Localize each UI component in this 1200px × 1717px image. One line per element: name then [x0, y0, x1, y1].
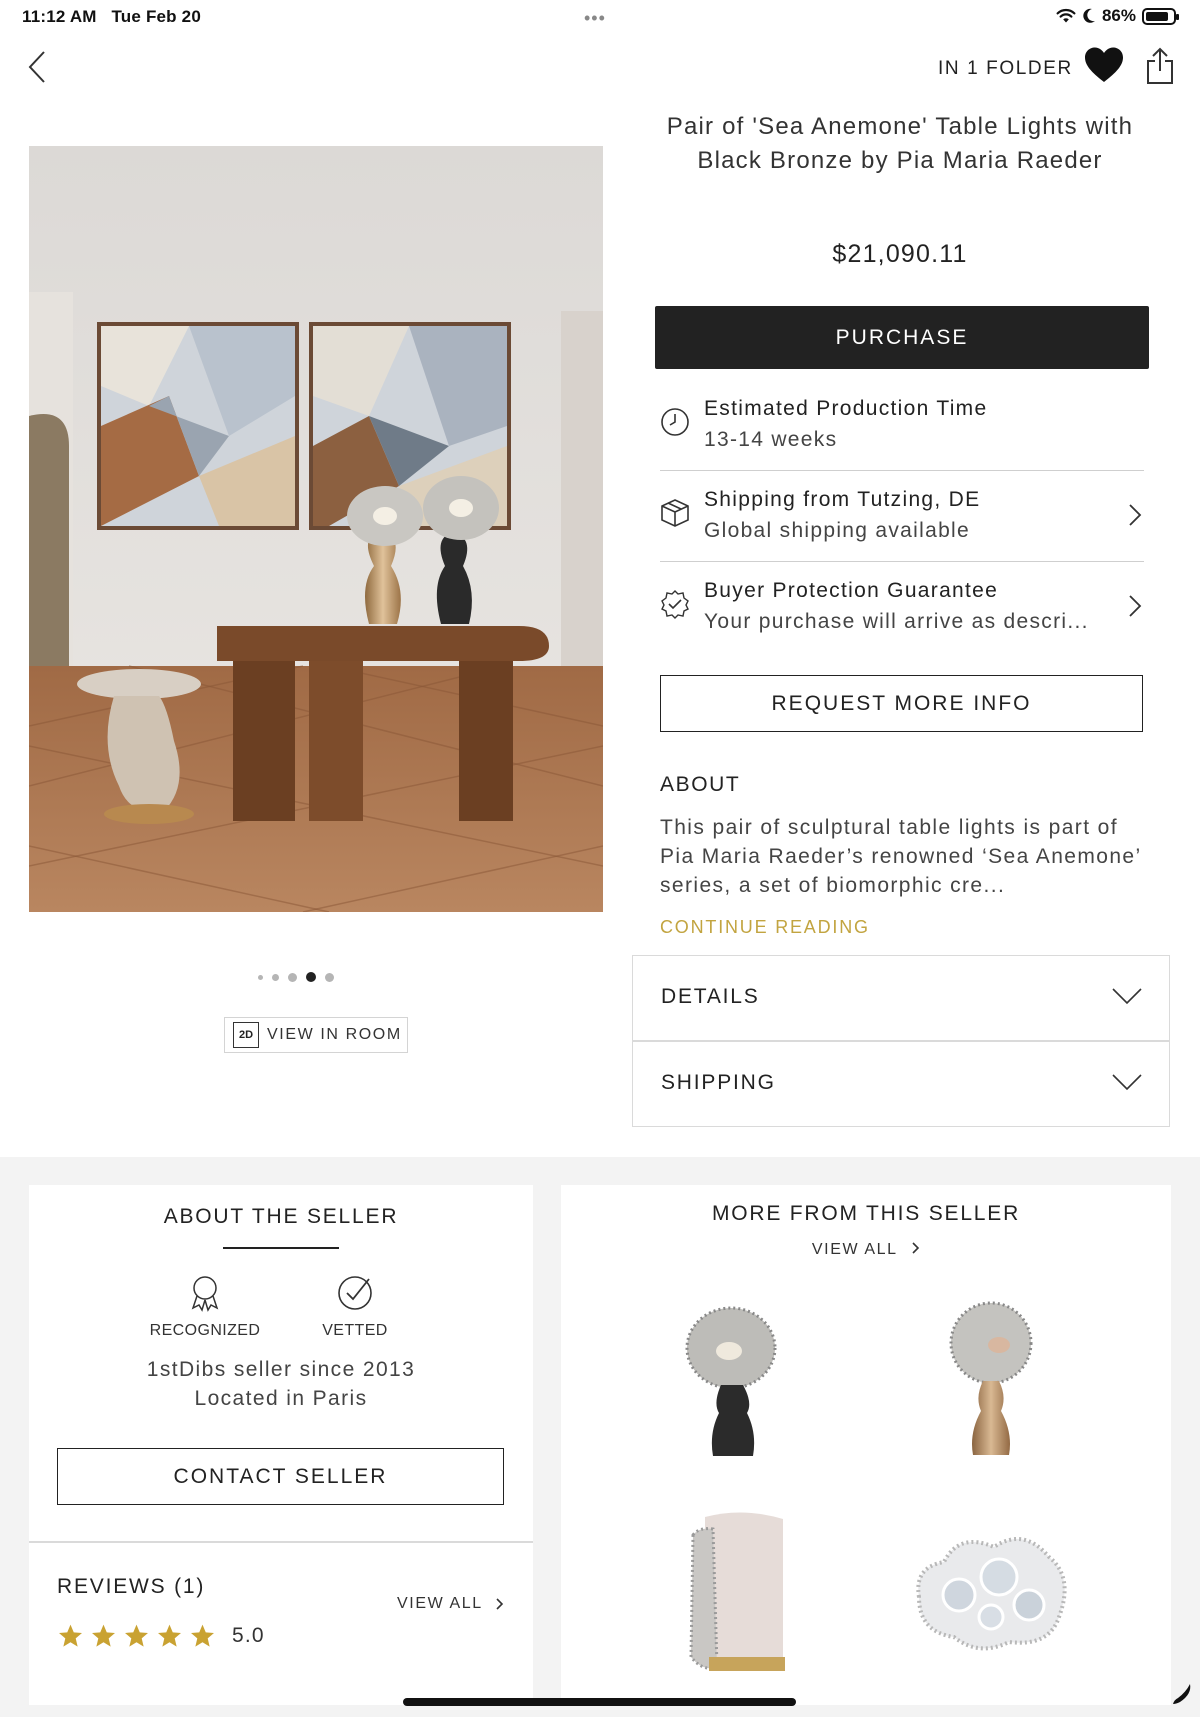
rating-value: 5.0 — [232, 1624, 265, 1647]
room-scene-illustration — [29, 146, 603, 912]
black-sea-anemone-lamp-image — [685, 1306, 777, 1456]
folder-label[interactable]: IN 1 FOLDER — [938, 58, 1073, 80]
wifi-icon — [1056, 8, 1076, 23]
star-icon — [59, 1624, 82, 1647]
seller-info: 1stDibs seller since 2013 Located in Par… — [29, 1355, 533, 1413]
chevron-right-icon — [496, 1598, 503, 1610]
back-button[interactable] — [22, 48, 52, 86]
chevron-right-icon — [1129, 595, 1142, 617]
bronze-sea-anemone-lamp-image — [949, 1301, 1033, 1455]
status-time: 11:12 AM Tue Feb 20 — [22, 7, 201, 26]
anemone-armchair-image — [689, 1512, 785, 1671]
related-item-armchair[interactable] — [643, 1507, 823, 1687]
seller-since: 1stDibs seller since 2013 — [146, 1358, 416, 1381]
2d-room-icon: 2D — [233, 1022, 259, 1048]
carousel-dot[interactable] — [272, 973, 279, 981]
image-carousel-dots[interactable] — [258, 972, 334, 982]
star-rating: 5.0 — [57, 1623, 265, 1649]
multitasking-dots[interactable]: ••• — [584, 8, 606, 29]
carousel-dot[interactable] — [258, 974, 263, 980]
accordion-label: DETAILS — [661, 985, 760, 1008]
info-row-buyer-protection[interactable]: Buyer Protection Guarantee Your purchase… — [660, 563, 1144, 653]
info-subtitle: Your purchase will arrive as descri... — [704, 610, 1089, 633]
chevron-right-icon — [912, 1242, 920, 1254]
view-in-room-button[interactable]: 2D VIEW IN ROOM — [224, 1017, 408, 1053]
chevron-down-icon — [1112, 988, 1142, 1005]
heading-underline — [223, 1247, 339, 1249]
carousel-dot[interactable] — [325, 972, 334, 982]
status-indicators: 86% — [1056, 6, 1179, 26]
reviews-heading: REVIEWS (1) — [57, 1575, 206, 1598]
badge-label: RECOGNIZED — [149, 1322, 261, 1339]
chevron-down-icon — [1112, 1074, 1142, 1091]
share-icon — [1147, 47, 1173, 84]
info-title: Buyer Protection Guarantee — [704, 579, 999, 602]
related-item-mirror[interactable] — [899, 1507, 1079, 1687]
divider — [29, 1541, 533, 1543]
home-indicator[interactable] — [403, 1698, 796, 1706]
award-ribbon-icon — [191, 1276, 219, 1312]
more-from-seller-card: MORE FROM THIS SELLER VIEW ALL — [561, 1185, 1171, 1705]
info-title: Shipping from Tutzing, DE — [704, 488, 981, 511]
star-icon — [92, 1624, 115, 1647]
info-title: Estimated Production Time — [704, 397, 988, 420]
chevron-left-icon — [28, 51, 45, 83]
star-icon — [158, 1624, 181, 1647]
product-price: $21,090.11 — [832, 240, 968, 268]
product-photo[interactable] — [29, 146, 603, 912]
info-subtitle: Global shipping available — [704, 519, 970, 542]
badge-label: VETTED — [322, 1322, 388, 1339]
battery-percent: 86% — [1101, 6, 1136, 25]
seller-location: Located in Paris — [194, 1387, 368, 1410]
battery-fill — [1146, 11, 1169, 21]
info-row-shipping[interactable]: Shipping from Tutzing, DE Global shippin… — [660, 472, 1144, 562]
reviews-view-all-link[interactable]: VIEW ALL — [397, 1595, 504, 1613]
heart-icon — [1085, 47, 1123, 82]
continue-reading-link[interactable]: CONTINUE READING — [660, 917, 870, 938]
carousel-dot[interactable] — [288, 972, 297, 982]
carousel-dot[interactable] — [306, 972, 316, 982]
seller-heading: ABOUT THE SELLER — [163, 1205, 399, 1228]
vetted-badge: VETTED — [285, 1273, 425, 1340]
shipping-accordion[interactable]: SHIPPING — [632, 1041, 1170, 1127]
about-heading: ABOUT — [660, 773, 741, 796]
chevron-right-icon — [1129, 504, 1142, 526]
pencil-indicator-icon — [1173, 1684, 1191, 1704]
accordion-label: SHIPPING — [661, 1071, 776, 1094]
info-subtitle: 13-14 weeks — [704, 428, 838, 451]
view-in-room-label: VIEW IN ROOM — [267, 1026, 402, 1043]
package-icon — [661, 499, 689, 527]
purchase-button[interactable]: PURCHASE — [655, 306, 1149, 369]
related-item-bronze-lamp[interactable] — [899, 1293, 1079, 1473]
status-bar: 11:12 AM Tue Feb 20 ••• 86% — [0, 0, 1200, 34]
more-view-all-link[interactable]: VIEW ALL — [561, 1241, 1171, 1259]
shield-check-icon — [661, 590, 689, 619]
view-all-label: VIEW ALL — [397, 1595, 483, 1612]
info-row-production-time: Estimated Production Time 13-14 weeks — [660, 381, 1144, 471]
details-accordion[interactable]: DETAILS — [632, 955, 1170, 1041]
favorite-button[interactable] — [1083, 46, 1125, 84]
product-title: Pair of 'Sea Anemone' Table Lights with … — [666, 113, 1134, 174]
moon-icon — [1083, 8, 1095, 23]
share-button[interactable] — [1144, 46, 1176, 86]
about-text: This pair of sculptural table lights is … — [660, 816, 1141, 897]
star-icon — [191, 1624, 214, 1647]
related-item-black-lamp[interactable] — [643, 1293, 823, 1473]
recognized-badge: RECOGNIZED — [135, 1273, 275, 1340]
contact-seller-button[interactable]: CONTACT SELLER — [57, 1448, 504, 1505]
about-seller-card: ABOUT THE SELLER RECOGNIZED VETTED 1stDi… — [29, 1185, 533, 1705]
more-from-seller-heading: MORE FROM THIS SELLER — [711, 1202, 1021, 1225]
battery-icon — [1142, 7, 1179, 25]
view-all-label: VIEW ALL — [811, 1241, 898, 1258]
request-more-info-button[interactable]: REQUEST MORE INFO — [660, 675, 1143, 732]
anemone-mirror-image — [916, 1537, 1067, 1651]
clock-icon — [661, 408, 689, 436]
check-circle-icon — [338, 1276, 372, 1310]
star-icon — [125, 1624, 148, 1647]
